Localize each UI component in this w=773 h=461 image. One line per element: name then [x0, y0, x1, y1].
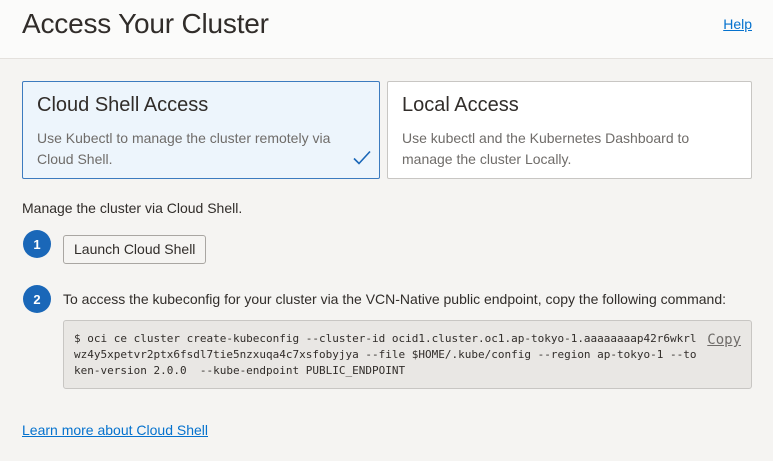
help-link[interactable]: Help [723, 16, 752, 32]
checkmark-icon [353, 150, 371, 165]
cloud-shell-access-option[interactable]: Cloud Shell Access Use Kubectl to manage… [22, 81, 380, 179]
page-title: Access Your Cluster [22, 8, 269, 39]
step-2-instructions: To access the kubeconfig for your cluste… [63, 291, 727, 307]
command-box: $ oci ce cluster create-kubeconfig --clu… [63, 320, 752, 389]
local-access-option[interactable]: Local Access Use kubectl and the Kuberne… [387, 81, 752, 179]
kubeconfig-command[interactable]: $ oci ce cluster create-kubeconfig --clu… [74, 331, 699, 379]
launch-cloud-shell-button[interactable]: Launch Cloud Shell [63, 235, 207, 264]
learn-more-link[interactable]: Learn more about Cloud Shell [22, 422, 208, 438]
option-title: Cloud Shell Access [37, 94, 209, 116]
step-2-badge: 2 [23, 285, 51, 313]
option-title: Local Access [402, 94, 519, 116]
option-description: Use Kubectl to manage the cluster remote… [37, 130, 331, 167]
page-header: Access Your Cluster Help [0, 0, 773, 59]
intro-text: Manage the cluster via Cloud Shell. [22, 200, 243, 216]
option-description: Use kubectl and the Kubernetes Dashboard… [402, 130, 690, 167]
copy-button[interactable]: Copy [707, 332, 741, 348]
step-1-badge: 1 [23, 230, 51, 258]
